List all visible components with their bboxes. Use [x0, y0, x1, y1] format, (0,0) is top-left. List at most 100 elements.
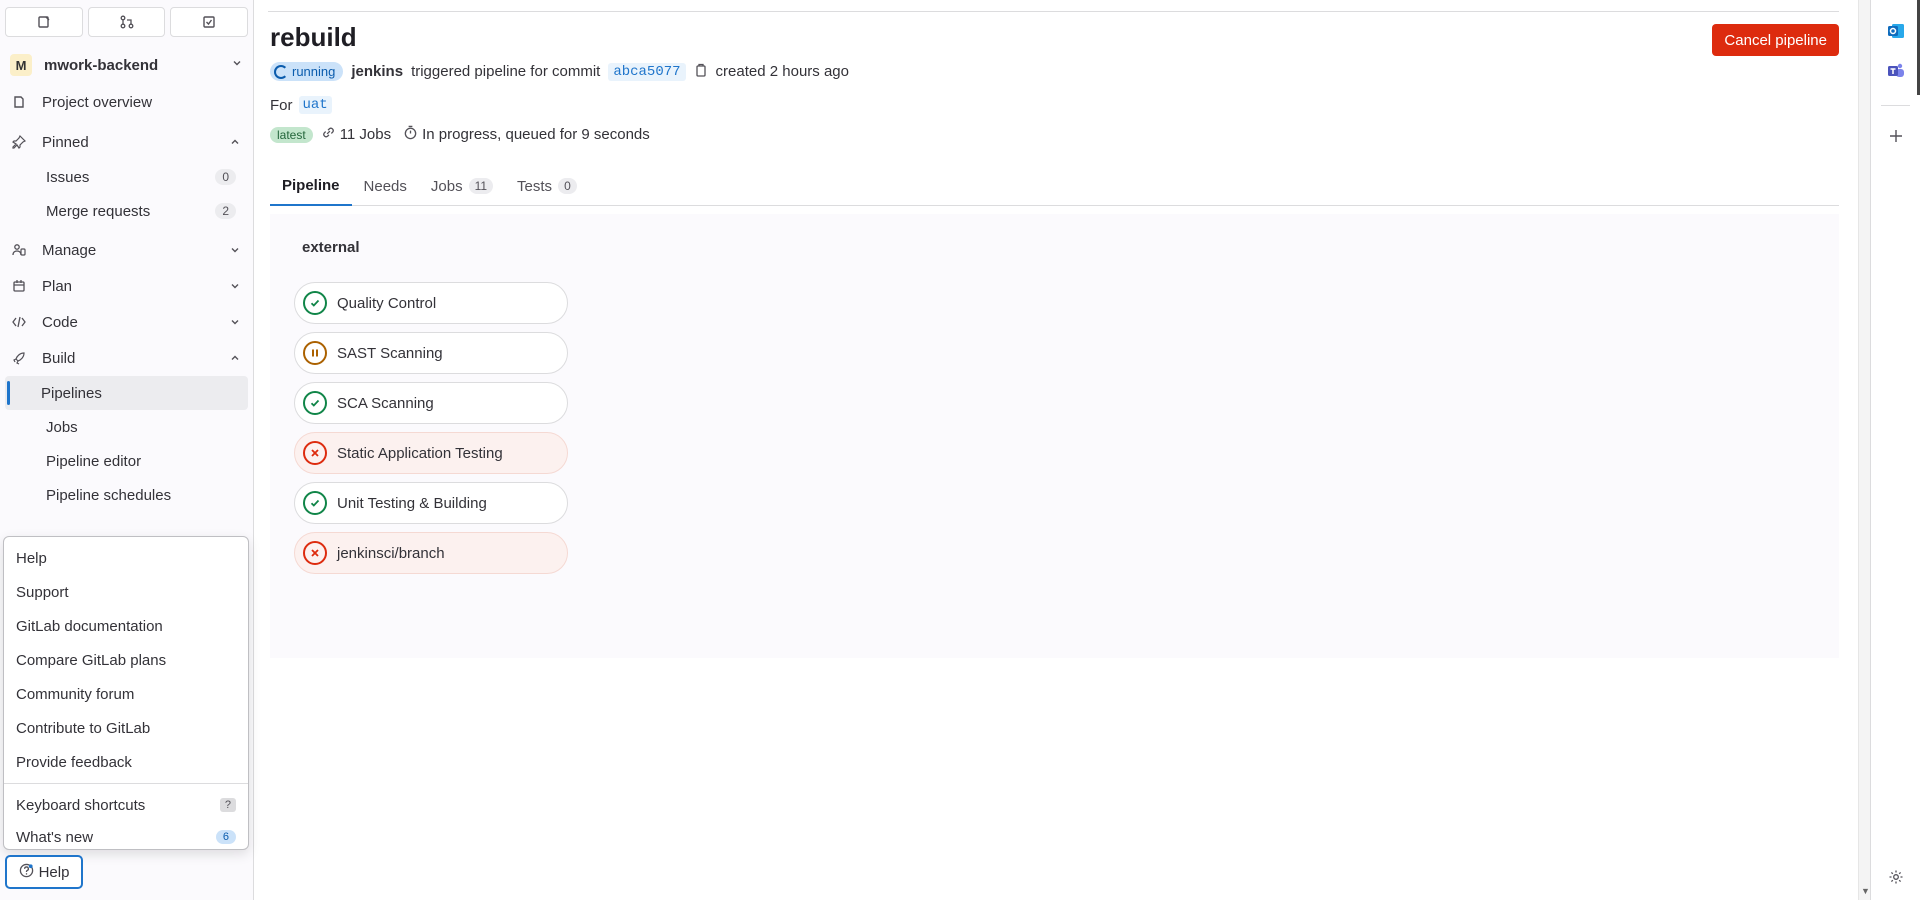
sidebar-section-pinned[interactable]: Pinned [0, 124, 253, 160]
triggerer-user[interactable]: jenkins [351, 63, 403, 80]
menu-item-label: Support [16, 583, 69, 601]
sidebar-item-pipelines[interactable]: Pipelines [5, 376, 248, 410]
job-quality-control[interactable]: Quality Control [294, 282, 568, 324]
menu-item-provide-feedback[interactable]: Provide feedback [4, 745, 248, 779]
running-icon [274, 64, 288, 79]
sidebar-item-jobs[interactable]: Jobs [5, 410, 248, 444]
add-app-icon[interactable] [1885, 125, 1907, 147]
sidebar-item-pipeline-schedules[interactable]: Pipeline schedules [5, 478, 248, 512]
menu-item-keyboard-shortcuts[interactable]: Keyboard shortcuts ? [4, 788, 248, 822]
sidebar-section-code[interactable]: Code [0, 304, 253, 340]
menu-item-label: GitLab documentation [16, 617, 163, 635]
ref-link[interactable]: uat [298, 96, 332, 114]
shortcut-key-badge: ? [219, 798, 236, 812]
tab-tests[interactable]: Tests 0 [505, 166, 589, 206]
sidebar-item-label: Pinned [42, 133, 89, 151]
triggered-text: triggered pipeline for commit [411, 63, 601, 80]
created-time: created 2 hours ago [715, 63, 849, 80]
chevron-down-icon [229, 316, 241, 328]
issues-shortcut-button[interactable] [5, 7, 83, 37]
menu-item-support[interactable]: Support [4, 575, 248, 609]
question-icon [19, 863, 34, 882]
tab-needs[interactable]: Needs [352, 166, 419, 206]
sidebar-item-project-overview[interactable]: Project overview [0, 84, 253, 120]
job-sca-scanning[interactable]: SCA Scanning [294, 382, 568, 424]
right-app-rail [1870, 0, 1920, 900]
header-divider [268, 11, 1839, 12]
calendar-icon [12, 279, 30, 293]
job-sast-scanning[interactable]: SAST Scanning [294, 332, 568, 374]
chevron-down-icon [229, 280, 241, 292]
job-unit-testing-building[interactable]: Unit Testing & Building [294, 482, 568, 524]
commit-sha-link[interactable]: abca5077 [608, 62, 686, 81]
status-failed-icon [303, 441, 327, 465]
code-icon [12, 315, 30, 329]
issues-count-badge: 0 [215, 169, 236, 185]
for-label: For [270, 96, 293, 114]
ref-row: For uat [270, 96, 332, 114]
sidebar-section-build[interactable]: Build [0, 340, 253, 376]
tab-jobs[interactable]: Jobs 11 [419, 166, 505, 206]
merge-requests-shortcut-button[interactable] [87, 7, 166, 37]
menu-item-label: Provide feedback [16, 753, 132, 771]
sidebar-item-pipeline-editor[interactable]: Pipeline editor [5, 444, 248, 478]
menu-item-gitlab-documentation[interactable]: GitLab documentation [4, 609, 248, 643]
sidebar-item-issues[interactable]: Issues 0 [5, 160, 248, 194]
menu-item-whats-new[interactable]: What's new 6 [4, 822, 248, 852]
merge-requests-count-badge: 2 [215, 203, 236, 219]
sidebar-item-label: Build [42, 349, 76, 367]
job-name: Unit Testing & Building [337, 494, 487, 512]
tab-pipeline[interactable]: Pipeline [270, 166, 352, 206]
sidebar-item-label: Jobs [46, 418, 78, 436]
pipeline-info: latest 11 Jobs In progress, queued for 9… [270, 125, 650, 144]
menu-item-compare-plans[interactable]: Compare GitLab plans [4, 643, 248, 677]
job-jenkinsci-branch[interactable]: jenkinsci/branch [294, 532, 568, 574]
sidebar-item-label: Pipeline editor [46, 452, 142, 470]
status-success-icon [303, 391, 327, 415]
rail-divider [1881, 105, 1910, 106]
status-success-icon [303, 291, 327, 315]
sidebar-section-manage[interactable]: Manage [0, 232, 253, 268]
sidebar-section-plan[interactable]: Plan [0, 268, 253, 304]
project-name: mwork-backend [44, 56, 159, 74]
tab-label: Jobs [430, 177, 463, 195]
merge-request-icon [120, 15, 133, 29]
sidebar-item-label: Code [42, 313, 78, 331]
teams-icon[interactable] [1885, 60, 1907, 82]
help-button[interactable]: Help [5, 855, 83, 889]
outlook-icon[interactable] [1885, 20, 1907, 42]
pipeline-graph: external Quality Control SAST Scanning S… [270, 214, 1839, 658]
menu-item-help[interactable]: Help [4, 541, 248, 575]
sidebar-top-buttons [0, 0, 253, 44]
chevron-down-icon [231, 56, 243, 74]
job-name: SCA Scanning [337, 394, 434, 412]
tab-label: Pipeline [282, 176, 340, 194]
vertical-scrollbar[interactable]: ▼ [1858, 0, 1870, 900]
sidebar-item-label: Merge requests [46, 202, 151, 220]
issues-icon [38, 16, 50, 28]
status-failed-icon [303, 541, 327, 565]
job-static-application-testing[interactable]: Static Application Testing [294, 432, 568, 474]
status-badge[interactable]: running [270, 62, 344, 81]
sidebar-item-label: Issues [46, 168, 90, 186]
stage-title: external [302, 239, 360, 256]
sidebar-item-label: Manage [42, 241, 97, 259]
settings-gear-icon[interactable] [1885, 866, 1907, 888]
help-button-label: Help [38, 863, 70, 881]
copy-icon[interactable] [694, 63, 708, 81]
chevron-up-icon [229, 136, 241, 148]
main-content: rebuild Cancel pipeline running jenkins … [254, 0, 1870, 900]
scroll-down-arrow-icon[interactable]: ▼ [1861, 886, 1870, 896]
project-switcher[interactable]: M mwork-backend [0, 46, 253, 84]
menu-item-community-forum[interactable]: Community forum [4, 677, 248, 711]
tab-count-badge: 11 [468, 178, 494, 194]
menu-item-contribute[interactable]: Contribute to GitLab [4, 711, 248, 745]
project-icon [12, 95, 30, 109]
status-success-icon [303, 491, 327, 515]
sidebar-item-merge-requests[interactable]: Merge requests 2 [5, 194, 248, 228]
menu-item-label: Compare GitLab plans [16, 651, 167, 669]
todo-shortcut-button[interactable] [170, 7, 249, 37]
cancel-pipeline-button[interactable]: Cancel pipeline [1712, 24, 1839, 56]
status-label: running [292, 64, 336, 79]
jobs-count: 11 Jobs [339, 126, 392, 143]
